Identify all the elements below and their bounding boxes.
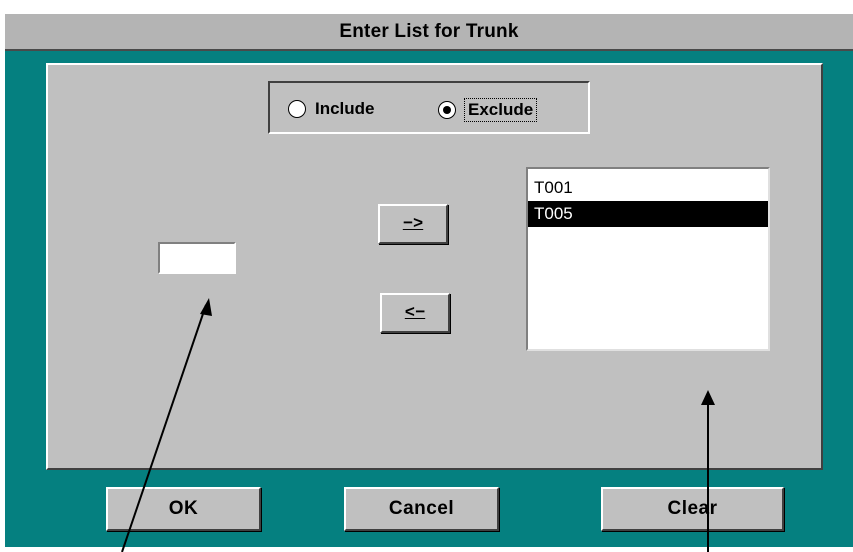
annotation-arrow-line-left — [121, 304, 207, 552]
annotation-arrowhead-right — [701, 390, 715, 405]
annotation-arrowhead-left — [200, 298, 212, 316]
annotation-arrows — [121, 298, 715, 552]
